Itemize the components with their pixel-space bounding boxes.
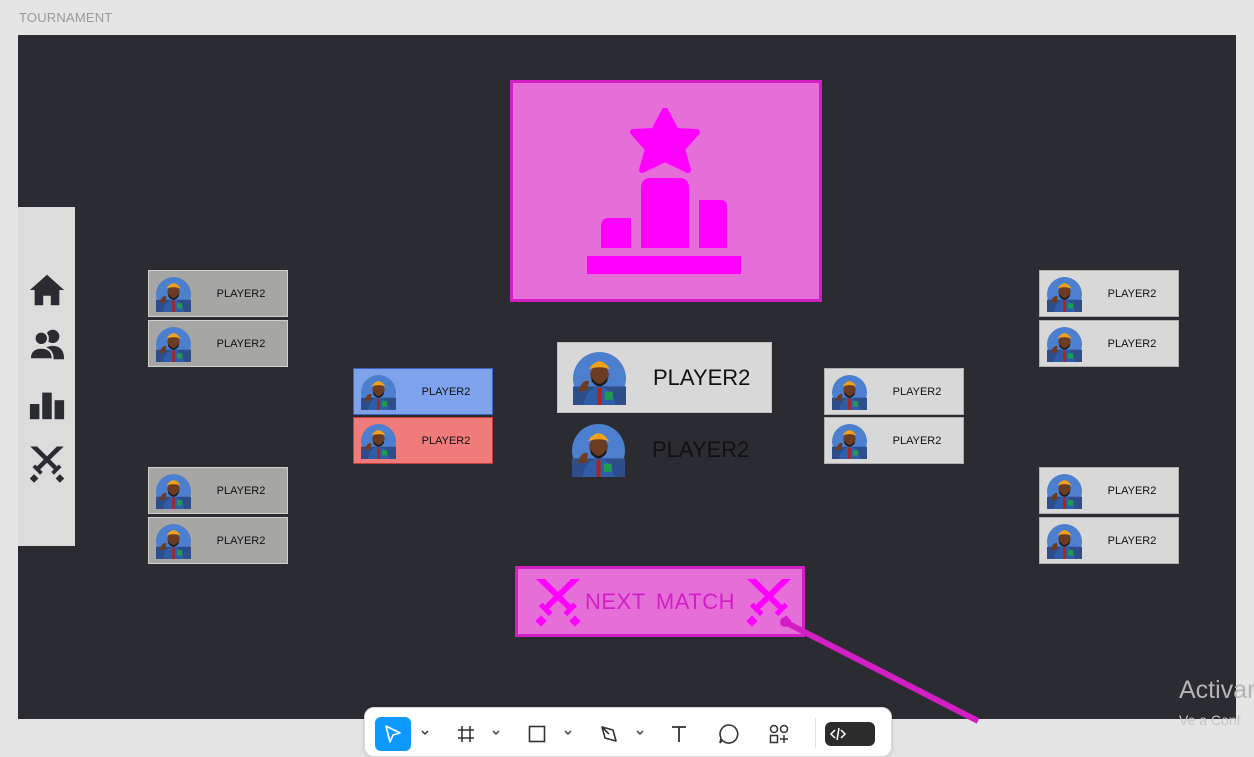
player-avatar (1047, 327, 1082, 362)
player-name: PLAYER2 (1107, 287, 1157, 300)
trophy-panel (510, 80, 822, 302)
dev-mode-icon (829, 727, 847, 741)
frame-tool[interactable] (448, 717, 484, 751)
player-avatar (156, 474, 191, 509)
chevron-down-icon[interactable] (635, 728, 645, 738)
player-name: PLAYER2 (216, 534, 266, 547)
swords-icon (744, 577, 794, 627)
player-avatar (156, 277, 191, 312)
winner-slot[interactable]: PLAYER2 (557, 342, 772, 413)
bracket-slot-right-top-1[interactable]: PLAYER2 (1039, 270, 1179, 317)
leaderboard-icon[interactable] (28, 385, 66, 423)
chevron-down-icon[interactable] (491, 728, 501, 738)
activation-watermark: Activar (1179, 676, 1254, 704)
comment-icon (719, 724, 739, 744)
chevron-down-icon[interactable] (563, 728, 573, 738)
player-name: PLAYER2 (1107, 337, 1157, 350)
toolbar-divider (815, 718, 816, 748)
player-avatar (1047, 524, 1082, 559)
next-match-button[interactable]: NEXT MATCH (515, 566, 805, 637)
dev-mode-toggle[interactable] (825, 722, 875, 746)
move-tool[interactable] (375, 717, 411, 751)
player-avatar (572, 424, 625, 477)
player-avatar (361, 375, 396, 410)
player-name: PLAYER2 (892, 385, 942, 398)
shape-tool[interactable] (519, 717, 555, 751)
player-name: PLAYER2 (421, 385, 471, 398)
design-toolbar (364, 707, 892, 757)
pen-tool[interactable] (591, 717, 627, 751)
player-avatar (156, 327, 191, 362)
actions-tool[interactable] (761, 717, 797, 751)
player-name: PLAYER2 (216, 484, 266, 497)
player-avatar (361, 424, 396, 459)
home-icon[interactable] (28, 271, 66, 309)
comment-tool[interactable] (711, 717, 747, 751)
player-avatar (573, 352, 626, 405)
bracket-slot-semi-right-1[interactable]: PLAYER2 (824, 368, 964, 415)
player-name: PLAYER2 (652, 436, 750, 462)
bracket-slot-right-bottom-1[interactable]: PLAYER2 (1039, 467, 1179, 514)
podium-star-icon (587, 108, 741, 274)
player-avatar (156, 524, 191, 559)
frame-label[interactable]: TOURNAMENT (19, 10, 112, 25)
bracket-slot-semi-right-2[interactable]: PLAYER2 (824, 417, 964, 464)
text-tool[interactable] (661, 717, 697, 751)
bracket-slot-left-bottom-2[interactable]: PLAYER2 (148, 517, 288, 564)
bracket-slot-right-top-2[interactable]: PLAYER2 (1039, 320, 1179, 367)
bracket-slot-left-bottom-1[interactable]: PLAYER2 (148, 467, 288, 514)
frame-icon (458, 726, 474, 742)
bracket-slot-semi-left-blue[interactable]: PLAYER2 (353, 368, 493, 415)
bracket-slot-left-top-1[interactable]: PLAYER2 (148, 270, 288, 317)
users-icon[interactable] (28, 325, 66, 363)
runner-up-slot[interactable]: PLAYER2 (557, 414, 772, 485)
player-avatar (1047, 474, 1082, 509)
swords-icon[interactable] (28, 445, 66, 483)
player-name: PLAYER2 (421, 434, 471, 447)
player-avatar (1047, 277, 1082, 312)
bracket-slot-right-bottom-2[interactable]: PLAYER2 (1039, 517, 1179, 564)
player-name: PLAYER2 (216, 337, 266, 350)
player-avatar (832, 424, 867, 459)
move-icon (385, 725, 401, 743)
rectangle-icon (528, 725, 546, 743)
activation-watermark-subtext: Ve a Conf (1179, 712, 1241, 728)
player-name: PLAYER2 (216, 287, 266, 300)
actions-icon (769, 724, 789, 744)
sidebar (18, 207, 75, 546)
bracket-slot-semi-left-red[interactable]: PLAYER2 (353, 417, 493, 464)
player-name: PLAYER2 (653, 364, 751, 390)
player-name: PLAYER2 (1107, 534, 1157, 547)
text-icon (672, 726, 686, 742)
player-name: PLAYER2 (1107, 484, 1157, 497)
bracket-slot-left-top-2[interactable]: PLAYER2 (148, 320, 288, 367)
player-avatar (832, 375, 867, 410)
pen-icon (601, 726, 617, 742)
player-name: PLAYER2 (892, 434, 942, 447)
chevron-down-icon[interactable] (420, 728, 430, 738)
